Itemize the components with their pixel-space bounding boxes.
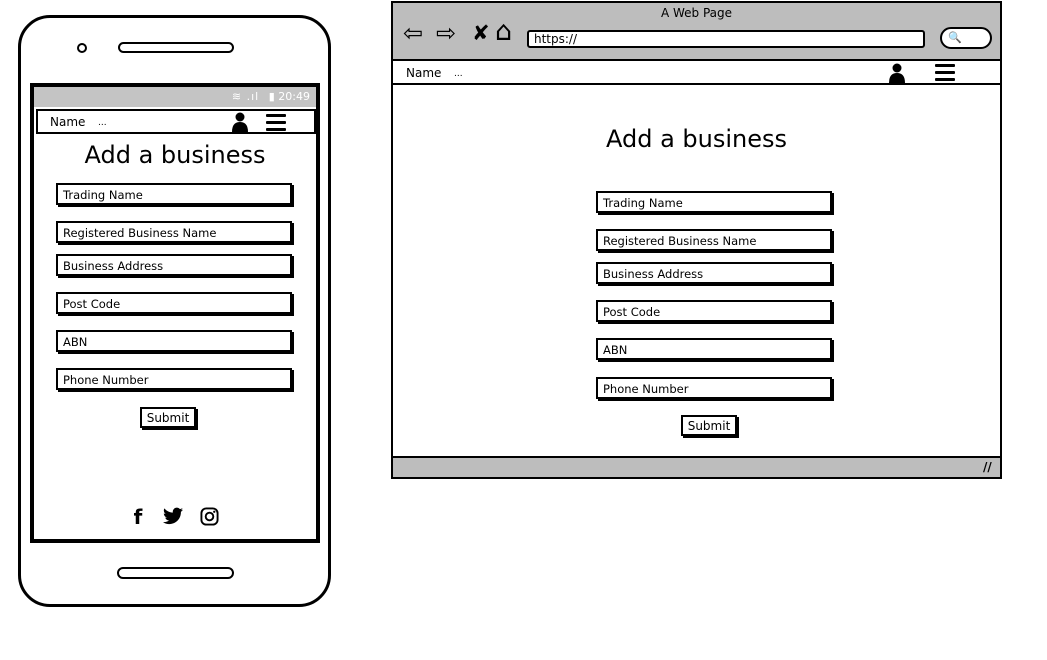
phone-number-field[interactable]: Phone Number — [56, 368, 292, 390]
post-code-field[interactable]: Post Code — [596, 300, 832, 322]
phone-screen: ≋ .ıl ▮ 20:49 Name ... Add a business Tr… — [30, 83, 320, 543]
browser-title: A Web Page — [660, 6, 733, 20]
nav-ellipsis: ... — [98, 118, 107, 128]
nav-brand-name[interactable]: Name — [406, 66, 441, 80]
browser-window: A Web Page ⇦ ⇨ ✘ ⌂ https:// 🔍 Name ... A… — [391, 1, 1002, 479]
hamburger-menu-icon[interactable] — [935, 64, 955, 82]
page-title: Add a business — [84, 141, 266, 169]
registered-business-name-field[interactable]: Registered Business Name — [596, 229, 832, 251]
abn-field[interactable]: ABN — [56, 330, 292, 352]
back-arrow-icon[interactable]: ⇦ — [403, 21, 423, 45]
trading-name-field[interactable]: Trading Name — [596, 191, 832, 213]
hamburger-menu-icon[interactable] — [266, 114, 286, 132]
search-button[interactable]: 🔍 — [940, 27, 992, 49]
phone-speaker — [118, 42, 234, 53]
page-title: Add a business — [605, 125, 788, 153]
resize-handle-icon[interactable]: // — [983, 460, 992, 474]
facebook-icon[interactable]: f — [128, 505, 148, 529]
submit-button[interactable]: Submit — [681, 415, 737, 436]
status-bar: ≋ .ıl ▮ 20:49 — [34, 87, 316, 107]
phone-home-button[interactable] — [117, 567, 234, 579]
status-time: 20:49 — [278, 90, 310, 103]
battery-icon: ▮ — [268, 90, 275, 103]
close-icon[interactable]: ✘ — [472, 21, 490, 45]
trading-name-field[interactable]: Trading Name — [56, 183, 292, 205]
business-address-field[interactable]: Business Address — [56, 254, 292, 276]
user-icon[interactable] — [889, 63, 905, 83]
registered-business-name-field[interactable]: Registered Business Name — [56, 221, 292, 243]
forward-arrow-icon[interactable]: ⇨ — [436, 21, 456, 45]
signal-icon: ≋ .ıl — [231, 90, 260, 103]
twitter-icon[interactable] — [163, 507, 185, 527]
url-bar[interactable]: https:// — [527, 30, 925, 48]
nav-ellipsis: ... — [454, 69, 463, 79]
submit-button[interactable]: Submit — [140, 407, 196, 428]
user-icon[interactable] — [232, 112, 248, 132]
phone-camera — [77, 43, 87, 53]
home-icon[interactable]: ⌂ — [495, 18, 512, 45]
business-address-field[interactable]: Business Address — [596, 262, 832, 284]
desktop-navbar: Name ... — [393, 59, 1000, 85]
browser-content: Add a business Trading Name Registered B… — [393, 85, 1000, 456]
search-icon: 🔍 — [948, 31, 962, 44]
phone-number-field[interactable]: Phone Number — [596, 377, 832, 399]
browser-status-bar: // — [393, 456, 1000, 477]
post-code-field[interactable]: Post Code — [56, 292, 292, 314]
instagram-icon[interactable] — [200, 507, 220, 527]
nav-brand-name[interactable]: Name — [50, 115, 85, 129]
mobile-navbar: Name ... — [36, 109, 316, 134]
abn-field[interactable]: ABN — [596, 338, 832, 360]
